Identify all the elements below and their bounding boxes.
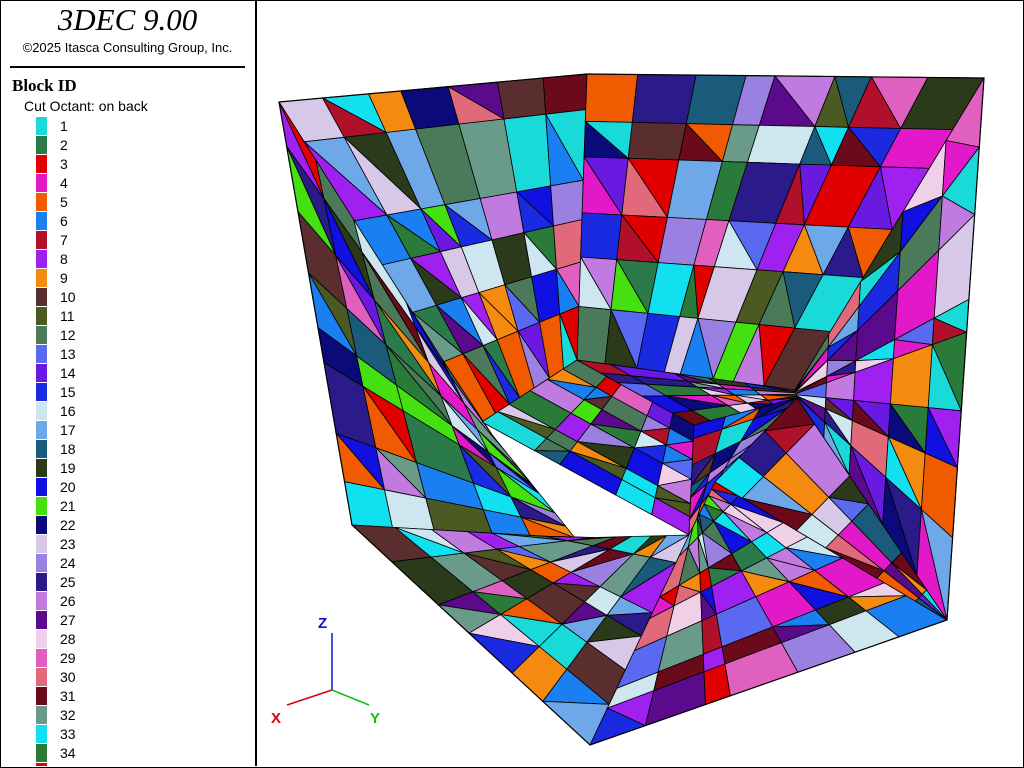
legend-swatch [36,288,47,306]
legend-item-label: 15 [60,384,76,400]
legend-swatch [36,649,47,667]
y-axis-label: Y [370,710,380,727]
legend-swatch-cutoff [36,763,47,766]
legend-swatch [36,193,47,211]
legend-swatch [36,421,47,439]
legend-swatch [36,725,47,743]
block-face-top-right [580,212,623,261]
legend-swatch [36,174,47,192]
legend-item-label: 11 [60,308,75,324]
legend-swatch [36,155,47,173]
legend-swatch [36,117,47,135]
y-axis-line [331,689,370,706]
legend-swatch [36,231,47,249]
legend-item-label: 28 [60,631,76,647]
legend-item-label: 25 [60,574,76,590]
legend-swatch [36,516,47,534]
legend-swatch [36,402,47,420]
legend-item-label: 9 [60,270,68,286]
legend-item-label: 34 [60,745,76,761]
block-face-top-left [553,219,583,270]
block-face-top-right [631,74,697,125]
block-face-top-left [497,77,547,120]
copyright-text: ©2025 Itasca Consulting Group, Inc. [22,40,233,55]
legend-subtitle: Cut Octant: on back [24,98,148,114]
legend-item-label: 19 [60,460,76,476]
legend-item-label: 13 [60,346,76,362]
legend-swatch [36,554,47,572]
axes-triad: Z X Y [271,615,380,727]
legend-swatch [36,212,47,230]
legend-title: Block ID [12,76,77,95]
legend-item-label: 1 [60,118,68,134]
legend-swatch [36,573,47,591]
legend-item-label: 7 [60,232,68,248]
legend-item-label: 33 [60,726,76,742]
legend-item-label: 29 [60,650,76,666]
legend-item-label: 8 [60,251,68,267]
legend-swatch [36,687,47,705]
legend-item-label: 27 [60,612,76,628]
model-viewport[interactable]: Z X Y [257,0,1022,766]
block-face-top-left [542,73,588,115]
legend-swatch [36,250,47,268]
block-face-top-right [627,121,687,161]
legend-item-label: 12 [60,327,76,343]
x-axis-line [286,689,333,706]
legend-item-label: 5 [60,194,68,210]
legend-swatch [36,744,47,762]
legend-swatch [36,459,47,477]
legend-item-label: 3 [60,156,68,172]
block-model-view[interactable]: Z X Y [257,0,1022,766]
legend-swatch [36,706,47,724]
legend-swatch [36,668,47,686]
legend-swatch [36,269,47,287]
legend-swatch [36,383,47,401]
legend-divider [10,66,245,68]
legend-swatch [36,611,47,629]
x-axis-label: X [271,710,281,727]
legend-item-label: 26 [60,593,76,609]
legend-item-label: 18 [60,441,76,457]
block-face-top-left [550,179,584,227]
legend-swatch [36,535,47,553]
legend-swatch [36,326,47,344]
legend-swatch [36,478,47,496]
block-face-top-right [584,73,639,123]
legend-item-label: 30 [60,669,76,685]
legend-swatch [36,345,47,363]
legend-item-label: 32 [60,707,76,723]
legend-swatch [36,497,47,515]
app-title: 3DEC 9.00 [57,2,198,37]
legend-swatch [36,364,47,382]
legend-swatch [36,136,47,154]
legend-item-label: 17 [60,422,76,438]
legend-item-label: 4 [60,175,68,191]
legend-item-label: 23 [60,536,76,552]
legend-item-label: 20 [60,479,76,495]
legend-swatch [36,307,47,325]
legend-item-label: 21 [60,498,76,514]
legend-panel: 3DEC 9.00 ©2025 Itasca Consulting Group,… [0,0,257,766]
block-model [278,73,985,746]
legend-swatch [36,630,47,648]
legend-item-label: 16 [60,403,76,419]
legend-item-label: 31 [60,688,76,704]
legend-item-label: 14 [60,365,76,381]
legend-item-label: 22 [60,517,76,533]
legend-item-label: 2 [60,137,68,153]
legend-item-label: 6 [60,213,68,229]
legend-swatch [36,440,47,458]
legend-item-label: 24 [60,555,76,571]
z-axis-label: Z [318,615,327,632]
legend-swatch [36,592,47,610]
legend-item-label: 10 [60,289,76,305]
